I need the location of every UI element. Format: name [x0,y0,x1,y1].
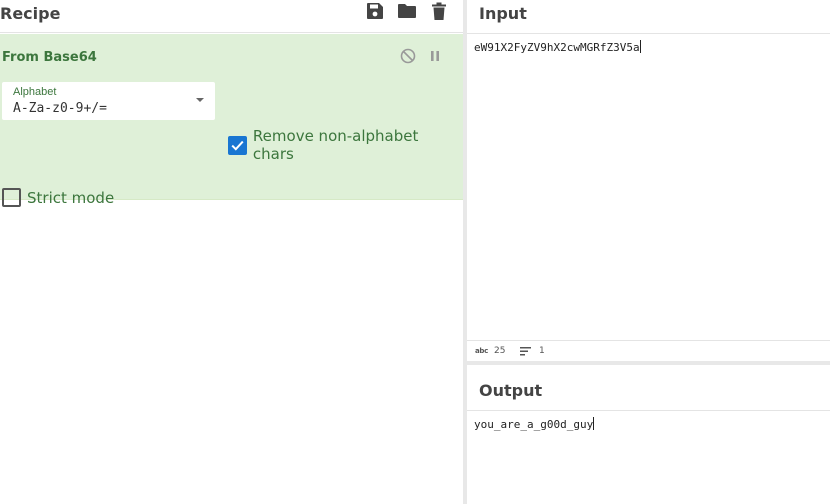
chevron-down-icon [196,98,204,102]
pause-icon[interactable] [426,47,443,64]
alphabet-select[interactable]: Alphabet A-Za-z0-9+/= [2,82,215,120]
input-pane: Input eW91X2FyZV9hX2cwMGRfZ3V5a [467,0,830,340]
strict-mode-option[interactable]: Strict mode [2,188,114,207]
recipe-pane: Recipe From Base64 Alphabet A-Za-z0-9+/=… [0,0,463,504]
recipe-header: Recipe [0,0,463,33]
text-cursor [639,40,641,53]
remove-non-alphabet-checkbox[interactable] [228,135,247,155]
operation-from-base64: From Base64 Alphabet A-Za-z0-9+/= Remove… [0,34,463,207]
input-header: Input [467,0,830,34]
strict-mode-checkbox[interactable] [2,188,21,207]
disable-icon[interactable] [399,47,416,64]
operation-controls [399,47,443,64]
recipe-toolbar [364,0,449,22]
output-textarea[interactable]: you_are_a_g00d_guy [474,417,595,431]
lines-icon [520,347,531,356]
operation-title: From Base64 [2,50,97,65]
alphabet-label: Alphabet [13,86,57,98]
remove-non-alphabet-option[interactable]: Remove non-alphabet chars [228,127,463,163]
text-cursor [593,417,595,430]
strict-mode-label: Strict mode [27,188,115,207]
output-text: you_are_a_g00d_guy [474,418,594,431]
input-length: 25 [494,346,506,356]
input-textarea[interactable]: eW91X2FyZV9hX2cwMGRfZ3V5a [474,40,641,54]
output-title: Output [479,381,543,400]
input-status-bar: abc 25 1 [467,340,830,361]
input-lines: 1 [539,346,545,356]
folder-icon[interactable] [396,0,417,22]
remove-non-alphabet-label: Remove non-alphabet chars [252,127,419,163]
output-header: Output [467,365,830,411]
alphabet-value: A-Za-z0-9+/= [13,101,107,116]
length-icon: abc [475,347,488,355]
input-text: eW91X2FyZV9hX2cwMGRfZ3V5a [474,41,640,54]
input-title: Input [479,4,527,23]
save-icon[interactable] [364,0,385,22]
output-pane: Output you_are_a_g00d_guy [467,365,830,504]
trash-icon[interactable] [428,0,449,22]
recipe-title: Recipe [0,4,61,23]
